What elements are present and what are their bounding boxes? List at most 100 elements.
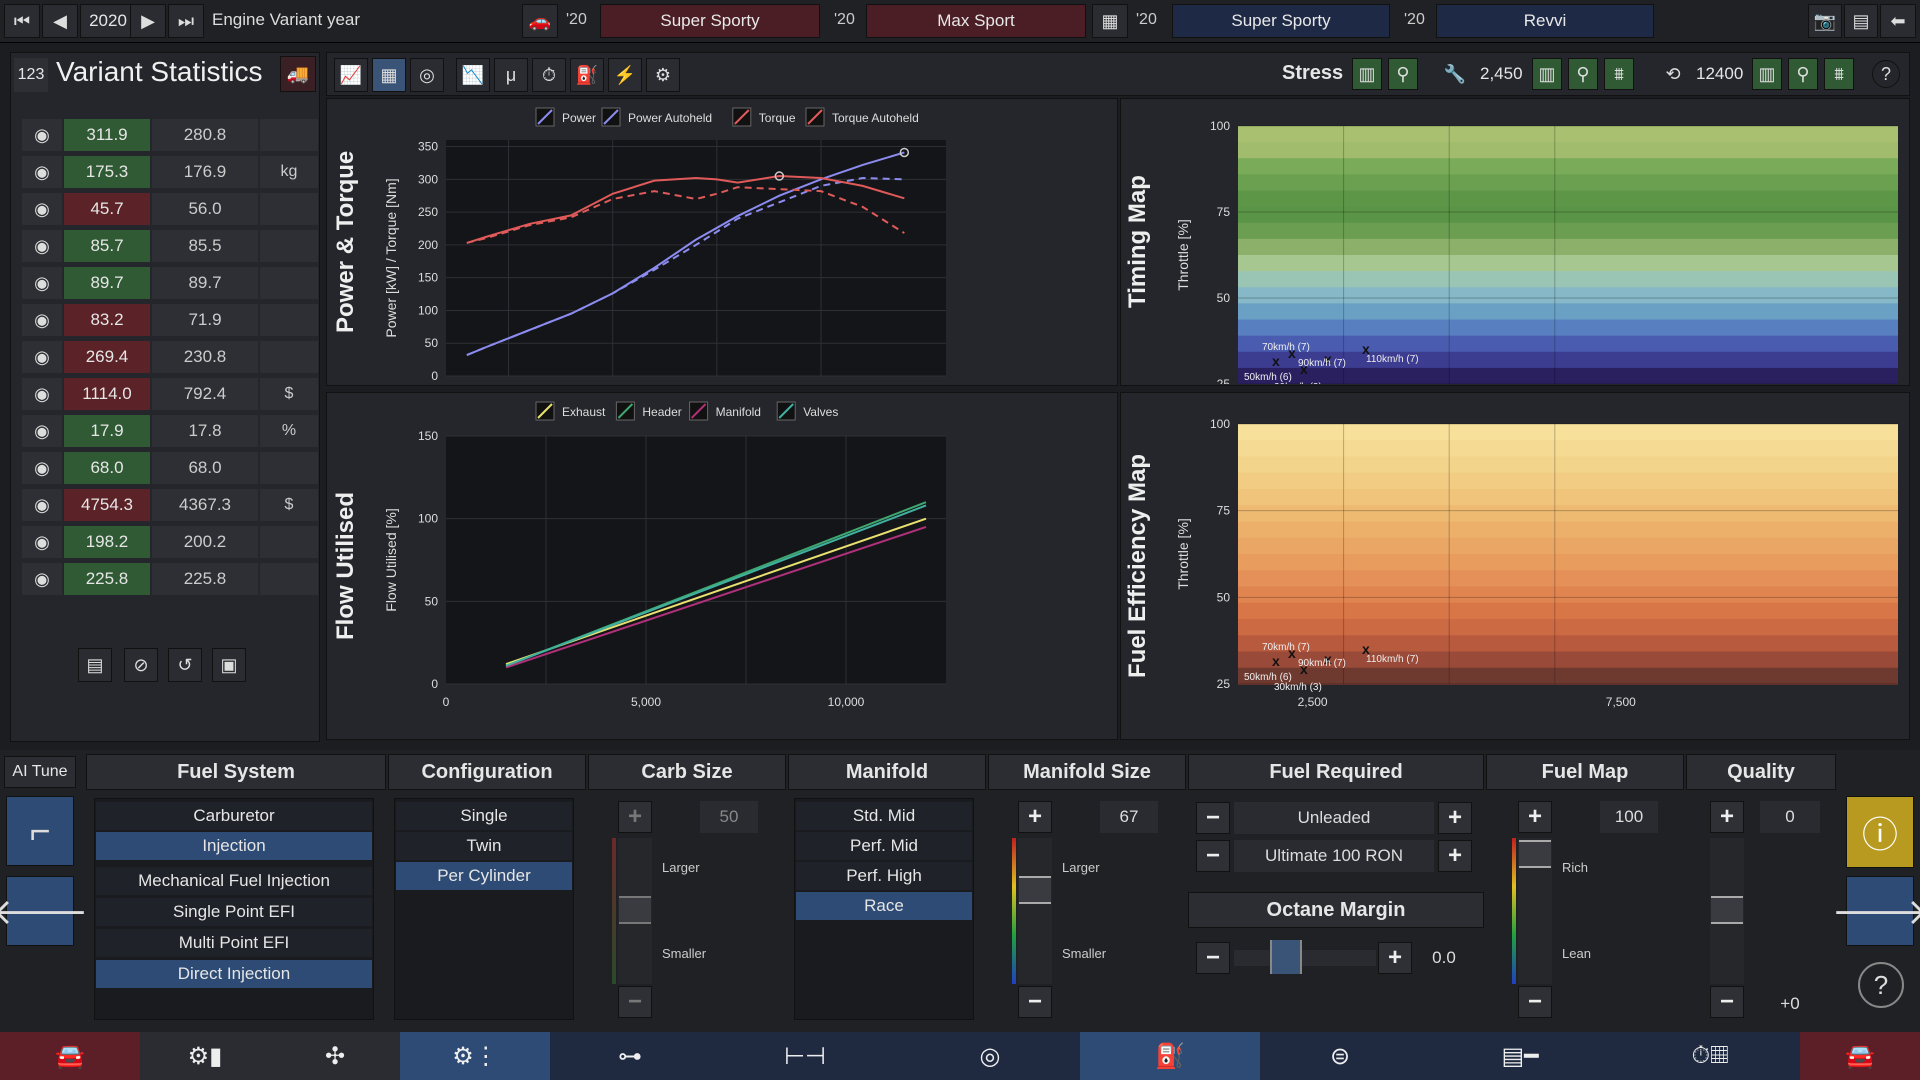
nav-car-config-icon[interactable]: 🚘 xyxy=(1800,1032,1920,1080)
option-multi-point-efi[interactable]: Multi Point EFI xyxy=(96,929,372,957)
carb-size-slider-handle[interactable] xyxy=(619,896,651,924)
variant-slot-2[interactable]: Max Sport xyxy=(866,4,1086,38)
manifold-size-increase[interactable]: + xyxy=(1018,801,1052,833)
option-twin[interactable]: Twin xyxy=(396,832,572,860)
stat-previous-value: 17.8 xyxy=(152,415,258,447)
camera-icon[interactable]: 📷 xyxy=(1808,4,1842,38)
nav-exhaust-pipe-icon[interactable]: ▤━ xyxy=(1420,1032,1620,1080)
engine-compare-icon[interactable]: ▦ xyxy=(1092,4,1128,38)
carb-size-increase[interactable]: + xyxy=(618,801,652,833)
octane-decrease[interactable]: − xyxy=(1196,942,1230,974)
option-carburetor[interactable]: Carburetor xyxy=(96,802,372,830)
octane-slider-track[interactable] xyxy=(1234,950,1376,966)
fuel-map-decrease[interactable]: − xyxy=(1518,986,1552,1018)
quality-decrease[interactable]: − xyxy=(1710,986,1744,1018)
nav-bottom-end-icon[interactable]: ⊶ xyxy=(550,1032,710,1080)
disable-icon[interactable]: ⊘ xyxy=(124,648,158,682)
stress-icon-a[interactable]: ▥ xyxy=(1532,58,1562,90)
option-mechanical-fi[interactable]: Mechanical Fuel Injection xyxy=(96,867,372,895)
stress-icon-f[interactable]: ⩩ xyxy=(1824,58,1854,90)
warning-icon[interactable]: ⓘ xyxy=(1846,796,1914,868)
first-year-button[interactable]: ⏮ xyxy=(4,4,40,38)
notes-icon[interactable]: ▤ xyxy=(78,648,112,682)
friction-icon[interactable]: μ xyxy=(494,58,528,92)
stat-previous-value: 89.7 xyxy=(152,267,258,299)
carb-size-decrease[interactable]: − xyxy=(618,986,652,1018)
nav-car-icon[interactable]: 🚘 xyxy=(0,1032,140,1080)
service-icon: ◉ xyxy=(22,452,62,484)
line-chart-icon[interactable]: 📉 xyxy=(456,58,490,92)
fuel2-increase[interactable]: + xyxy=(1438,840,1472,872)
quality-increase[interactable]: + xyxy=(1710,801,1744,833)
fuel1-decrease[interactable]: − xyxy=(1196,802,1230,834)
nav-test-icon[interactable]: ⏱▦ xyxy=(1620,1032,1800,1080)
legend-label: Torque Autoheld xyxy=(832,111,919,125)
stress-icon-d[interactable]: ▥ xyxy=(1752,58,1782,90)
heatmap-band xyxy=(1238,505,1898,523)
prev-year-button[interactable]: ◀ xyxy=(42,4,78,38)
fuel2-decrease[interactable]: − xyxy=(1196,840,1230,872)
manifold-size-slider-track[interactable] xyxy=(1018,838,1052,984)
stress-rod-icon[interactable]: ⚲ xyxy=(1388,58,1418,90)
octane-increase[interactable]: + xyxy=(1378,942,1412,974)
variant-slot-3[interactable]: Super Sporty xyxy=(1172,4,1390,38)
car-compare-icon[interactable]: 🚗 xyxy=(522,4,558,38)
octane-slider-handle[interactable] xyxy=(1270,940,1302,974)
next-year-button[interactable]: ▶ xyxy=(130,4,166,38)
nav-engine-variant-icon[interactable]: ⚙⋮ xyxy=(400,1032,550,1080)
variant-slot-4[interactable]: Revvi xyxy=(1436,4,1654,38)
fuel-pump-icon[interactable]: ⛽ xyxy=(570,58,604,92)
option-single-point-efi[interactable]: Single Point EFI xyxy=(96,898,372,926)
quality-slider-handle[interactable] xyxy=(1711,896,1743,924)
manifold-size-slider-handle[interactable] xyxy=(1019,876,1051,904)
manifold-size-decrease[interactable]: − xyxy=(1018,986,1052,1018)
variant-slot-1[interactable]: Super Sporty xyxy=(600,4,820,38)
fuel-map-slider-handle[interactable] xyxy=(1519,840,1551,868)
stat-previous-value: 230.8 xyxy=(152,341,258,373)
nav-engine-family-icon[interactable]: ⚙▮ xyxy=(140,1032,270,1080)
back-arrow-button[interactable]: 🡐 xyxy=(0,876,88,946)
heatmap-band xyxy=(1238,287,1898,305)
timing-icon[interactable]: ⏱ xyxy=(532,58,566,92)
y-tick-label: 100 xyxy=(418,512,438,526)
option-single[interactable]: Single xyxy=(396,802,572,830)
spark-plug-icon[interactable]: ⚡ xyxy=(608,58,642,92)
option-injection[interactable]: Injection xyxy=(96,832,372,860)
gear-icon[interactable]: ⚙ xyxy=(646,58,680,92)
stress-icon-c[interactable]: ⩩ xyxy=(1604,58,1634,90)
heatmap-band xyxy=(1238,238,1898,256)
nav-engine-icon[interactable]: ✣ xyxy=(270,1032,400,1080)
engine-export-icon[interactable]: 🚚 xyxy=(280,56,316,92)
option-direct-injection[interactable]: Direct Injection xyxy=(96,960,372,988)
ai-tune-button[interactable]: AI Tune xyxy=(4,756,76,788)
nav-exhaust-icon[interactable]: ⊜ xyxy=(1260,1032,1420,1080)
fuel-map-increase[interactable]: + xyxy=(1518,801,1552,833)
nav-aspiration-icon[interactable]: ◎ xyxy=(900,1032,1080,1080)
spreadsheet-icon[interactable]: ▤ xyxy=(1844,4,1878,38)
timing-curve-icon[interactable]: ⌐ xyxy=(6,796,74,866)
nav-top-end-icon[interactable]: ⊢⊣ xyxy=(710,1032,900,1080)
help-circle-icon[interactable]: ? xyxy=(1858,962,1904,1008)
chart-view-icon[interactable]: 📈 xyxy=(334,58,368,92)
help-icon[interactable]: ? xyxy=(1872,60,1900,88)
stress-icon-e[interactable]: ⚲ xyxy=(1788,58,1818,90)
heatmap-band xyxy=(1238,602,1898,620)
grid-view-icon[interactable]: ▦ xyxy=(372,58,406,92)
back-icon[interactable]: ⬅ xyxy=(1880,4,1916,38)
option-perf-high[interactable]: Perf. High xyxy=(796,862,972,890)
nav-fuel-system-icon[interactable]: ⛽ xyxy=(1080,1032,1260,1080)
undo-icon[interactable]: ↺ xyxy=(168,648,202,682)
clipboard-icon[interactable]: ▣ xyxy=(212,648,246,682)
stress-building-icon[interactable]: ▥ xyxy=(1352,58,1382,90)
stress-icon-b[interactable]: ⚲ xyxy=(1568,58,1598,90)
turbo-icon[interactable]: ◎ xyxy=(410,58,444,92)
option-per-cylinder[interactable]: Per Cylinder xyxy=(396,862,572,890)
option-race[interactable]: Race xyxy=(796,892,972,920)
option-perf-mid[interactable]: Perf. Mid xyxy=(796,832,972,860)
option-std-mid[interactable]: Std. Mid xyxy=(796,802,972,830)
fuel1-increase[interactable]: + xyxy=(1438,802,1472,834)
octane-value: 0.0 xyxy=(1432,948,1456,967)
last-year-button[interactable]: ⏭ xyxy=(168,4,204,38)
forward-arrow-button[interactable]: 🡒 xyxy=(1832,876,1920,946)
variant-year: '20 xyxy=(566,11,587,28)
